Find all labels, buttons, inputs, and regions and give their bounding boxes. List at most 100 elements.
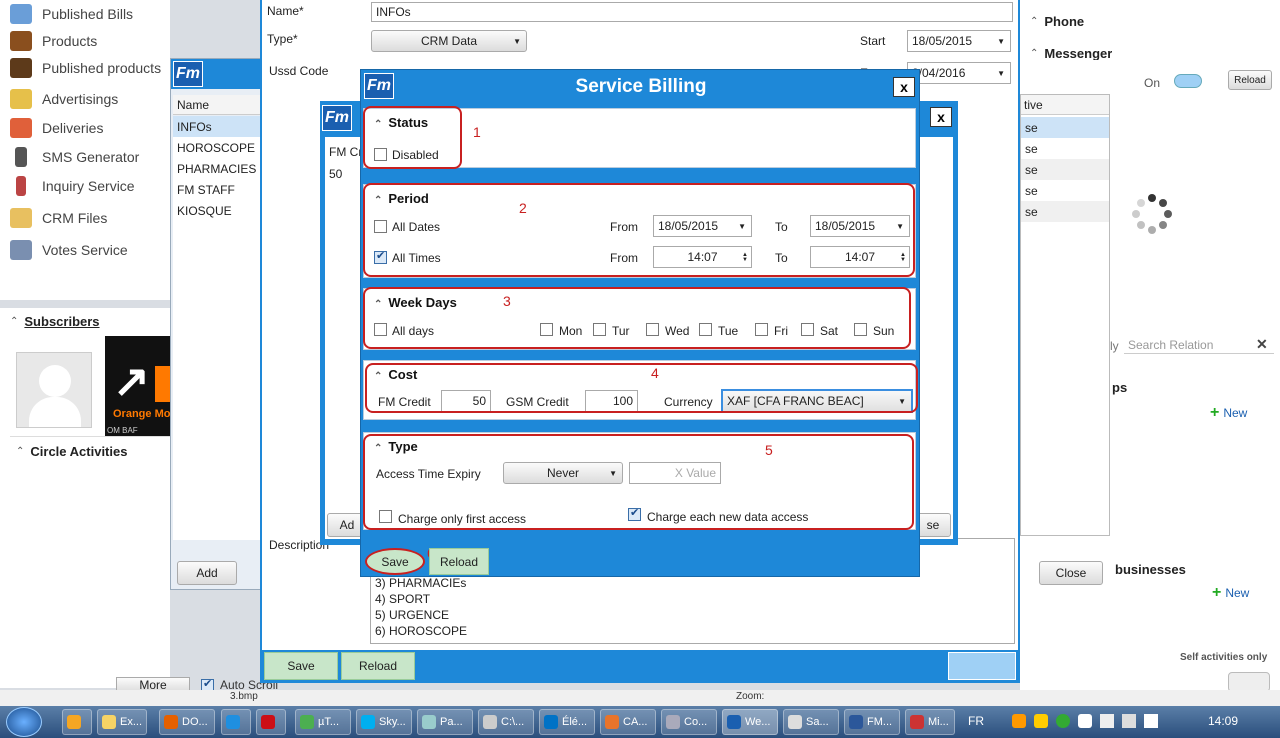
end-date-picker[interactable]: 8/04/2016 [907,62,1011,84]
taskbar-item-opera[interactable] [256,709,286,735]
table-row[interactable]: se [1021,180,1109,201]
sidebar-item-sms-generator[interactable]: SMS Generator [10,145,139,169]
sidebar-item-advertisings[interactable]: Advertisings [10,87,118,111]
status-strip: 3.bmp Zoom: [0,690,1280,706]
list-item[interactable]: KIOSQUE [173,200,261,540]
sidebar-item-votes-service[interactable]: Votes Service [10,238,128,262]
circle-activities-header[interactable]: ⌃ Circle Activities [10,436,170,466]
marker-1: 1 [473,124,481,140]
new-business-button[interactable]: + New [1212,584,1249,602]
inner-close-button[interactable]: se [915,513,951,537]
type-label: Type* [267,32,298,46]
taskbar-item-ca[interactable]: CA... [600,709,656,735]
signal-icon[interactable] [1100,714,1114,728]
taskbar-item-sa[interactable]: Sa... [783,709,839,735]
taskbar-label: Ex... [120,716,143,728]
taskbar-item-media[interactable] [62,709,92,735]
clear-search-icon[interactable]: ✕ [1256,336,1268,353]
search-relation-input[interactable]: Search Relation [1124,336,1274,354]
language-indicator[interactable]: FR [968,714,984,728]
phone-label: Phone [1044,14,1085,29]
form-reload-button[interactable]: Reload [341,652,415,680]
taskbar-item-explorer[interactable]: Ex... [97,709,147,735]
taskbar-item-outlook[interactable]: Élé... [539,709,595,735]
sidebar-item-products[interactable]: Products [10,29,97,53]
highlight-box-2 [363,183,915,277]
taskbar-item-mi[interactable]: Mi... [905,709,955,735]
type-select[interactable]: CRM Data [371,30,527,52]
taskbar-item-skype[interactable]: Sky... [356,709,412,735]
clock[interactable]: 14:09 [1208,714,1238,728]
taskbar-item-co[interactable]: Co... [661,709,717,735]
sidebar-item-deliveries[interactable]: Deliveries [10,116,103,140]
fm-logo-icon [727,715,741,729]
new-label: New [1223,406,1248,420]
sidebar-item-published-bills[interactable]: Published Bills [10,2,133,26]
active-list: tive se se se se se Close [1020,94,1110,585]
active-column-header[interactable]: tive [1021,95,1109,115]
close-icon[interactable]: x [930,107,952,127]
votes-icon [10,240,32,260]
list-item-label: FM STAFF [177,183,235,197]
on-toggle[interactable] [1174,74,1202,88]
orange-money-image[interactable]: ↗ Orange Mo OM BAF [105,336,170,436]
add-button[interactable]: Add [177,561,237,585]
right-panel: ⌃ Phone ⌃ Messenger On Reload tive se se s… [1020,0,1280,700]
inquiry-icon [16,176,26,196]
avatar-body [29,397,81,427]
taskbar-item-utorrent[interactable]: µT... [295,709,351,735]
self-activities-toggle[interactable] [1228,672,1270,692]
add-label: Add [196,566,218,580]
name-input[interactable]: INFOs [371,2,1013,22]
tray-icon[interactable] [1078,714,1092,728]
taskbar-item-cmd[interactable]: C:\... [478,709,534,735]
reload-button[interactable]: Reload [1228,70,1272,90]
advertisings-icon [10,89,32,109]
taskbar-item-web[interactable]: We... [722,709,778,735]
table-row[interactable]: se [1021,201,1109,222]
sidebar-item-published-products[interactable]: Published products [10,56,161,80]
paint-icon [422,715,436,729]
form-save-button[interactable]: Save [264,652,338,680]
taskbar-item-paint[interactable]: Pa... [417,709,473,735]
volume-icon[interactable] [1122,714,1136,728]
dialog-reload-button[interactable]: Reload [429,548,489,575]
taskbar-label: Sa... [806,716,829,728]
list-item[interactable]: HOROSCOPE [173,137,261,158]
start-button[interactable] [6,707,42,737]
document-icon [788,715,802,729]
marker-3: 3 [503,293,511,309]
new-group-button[interactable]: + New [1210,404,1247,422]
taskbar-label: DO... [182,716,208,728]
tray-icon[interactable] [1012,714,1026,728]
close-button[interactable]: Close [1039,561,1103,585]
sidebar-item-crm-files[interactable]: CRM Files [10,206,107,230]
subscribers-header[interactable]: ⌃ Subscribers [10,314,100,329]
taskbar-item-firefox[interactable]: DO... [159,709,215,735]
start-date-picker[interactable]: 18/05/2015 [907,30,1011,52]
tray-icon[interactable] [1056,714,1070,728]
table-row[interactable]: se [1021,159,1109,180]
taskbar-item-ie[interactable] [221,709,251,735]
phone-header[interactable]: ⌃ Phone [1030,14,1084,29]
name-column-header[interactable]: Name [173,95,261,115]
table-row[interactable]: se [1021,117,1109,138]
avatar[interactable] [16,352,92,428]
taskbar-label: We... [745,716,771,728]
taskbar-label: CA... [623,716,648,728]
table-row[interactable]: se [1021,138,1109,159]
sidebar-item-inquiry-service[interactable]: Inquiry Service [10,174,135,198]
list-item[interactable]: PHARMACIES DI [173,158,261,179]
list-item[interactable]: FM STAFF [173,179,261,200]
toggle-switch[interactable] [948,652,1016,680]
messenger-header[interactable]: ⌃ Messenger [1030,46,1112,60]
tray-icon[interactable] [1034,714,1048,728]
list-item[interactable]: INFOs [173,116,261,137]
taskbar-item-word[interactable]: FM... [844,709,900,735]
close-icon[interactable]: x [893,77,915,97]
flag-icon[interactable] [1144,714,1158,728]
dialog-save-button[interactable]: Save [365,548,425,575]
published-products-icon [10,58,32,78]
sidebar-item-label: Inquiry Service [42,178,135,194]
app-icon [605,715,619,729]
